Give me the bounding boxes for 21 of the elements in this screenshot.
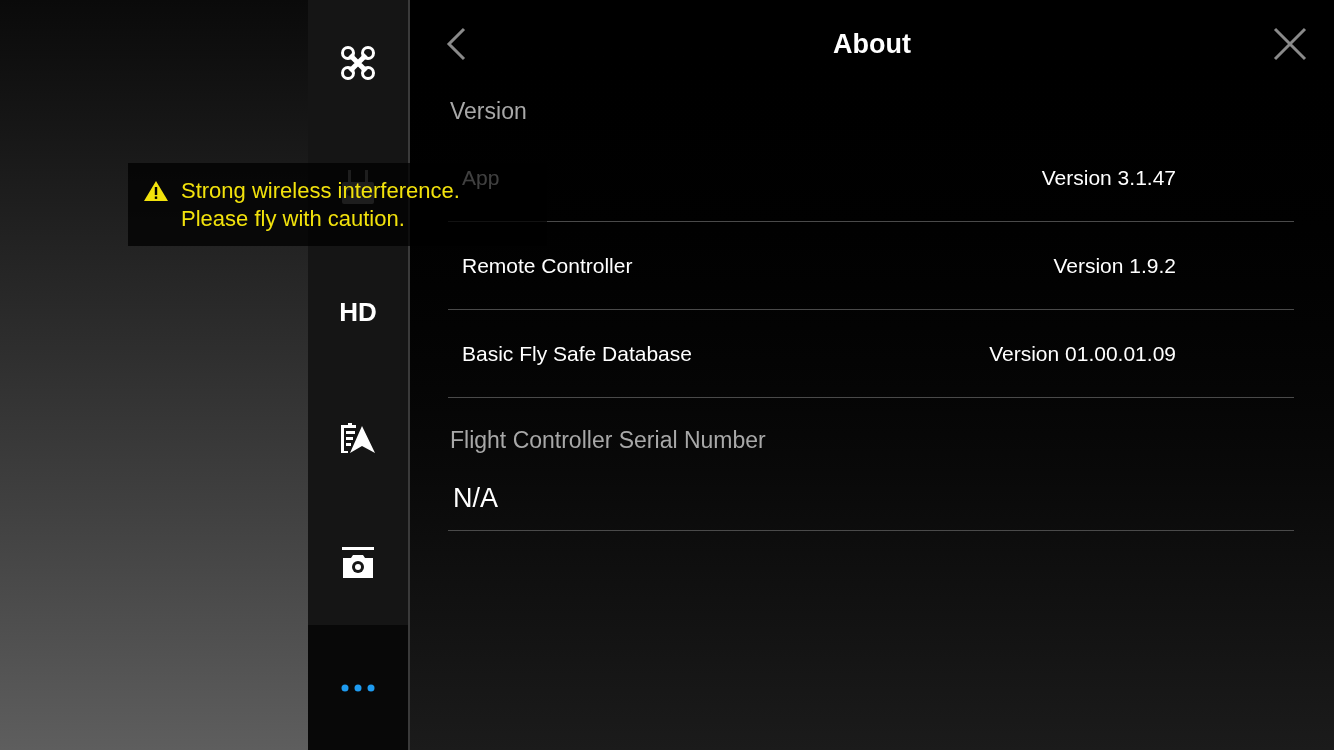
warning-icon [143,180,169,202]
page-title: About [833,27,911,61]
row-label: App [462,164,500,191]
warning-text: Strong wireless interference. [181,177,460,205]
camera-icon [341,546,375,579]
more-icon [341,683,375,692]
warning-text: Please fly with caution. [181,205,405,233]
back-icon [445,27,467,61]
back-button[interactable] [444,26,468,62]
section-heading: Flight Controller Serial Number [449,425,766,455]
close-button[interactable] [1272,26,1308,62]
row-value: Version 3.1.47 [1041,164,1176,191]
section-heading: Version [449,96,527,126]
row-value: Version 1.9.2 [1053,252,1176,279]
row-label: Remote Controller [462,252,633,279]
drone-icon [340,44,376,81]
row-value: Version 01.00.01.09 [989,340,1176,367]
row-label: Basic Fly Safe Database [462,340,692,367]
serial-number-value: N/A [453,482,498,516]
close-icon [1273,27,1307,61]
battery-navigation-icon [340,421,376,454]
